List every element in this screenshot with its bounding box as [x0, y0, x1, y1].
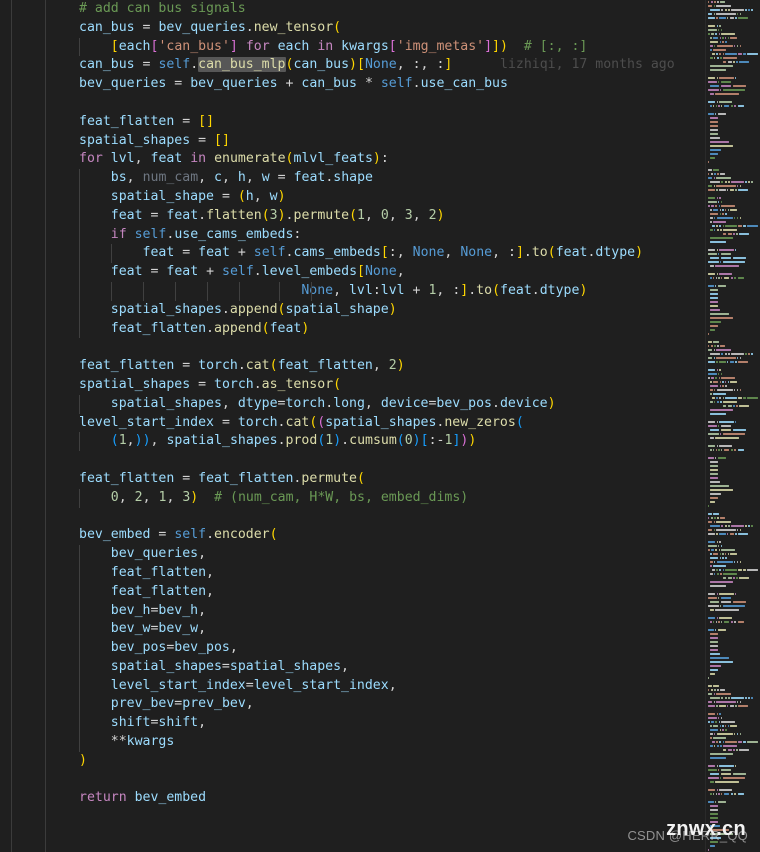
code-line[interactable]: spatial_shapes.append(spatial_shape) — [46, 300, 706, 320]
code-line-blank[interactable] — [46, 338, 706, 357]
code-line[interactable]: bev_queries, — [46, 545, 706, 564]
code-line[interactable]: for lvl, feat in enumerate(mlvl_feats): — [46, 150, 706, 169]
code-line[interactable]: bev_queries = bev_queries + can_bus * se… — [46, 75, 706, 94]
code-line[interactable]: level_start_index = torch.cat((spatial_s… — [46, 414, 706, 433]
code-editor[interactable]: # add can bus signals can_bus = bev_quer… — [0, 0, 760, 852]
code-line-blank[interactable] — [46, 508, 706, 527]
token-comment: # add can bus signals — [79, 1, 246, 16]
code-line-blank[interactable] — [46, 94, 706, 113]
code-line[interactable]: feat = feat.flatten(3).permute(1, 0, 3, … — [46, 206, 706, 226]
code-line[interactable]: bev_w=bev_w, — [46, 620, 706, 640]
code-line[interactable]: return bev_embed — [46, 789, 706, 808]
code-line[interactable]: spatial_shape = (h, w) — [46, 187, 706, 207]
code-line[interactable]: feat_flatten.append(feat) — [46, 319, 706, 339]
code-line[interactable]: bs, num_cam, c, h, w = feat.shape — [46, 169, 706, 188]
code-line[interactable]: bev_pos=bev_pos, — [46, 639, 706, 658]
code-line[interactable]: [each['can_bus'] for each in kwargs['img… — [46, 37, 706, 57]
code-line[interactable]: level_start_index=level_start_index, — [46, 676, 706, 696]
gutter-rail-left — [11, 0, 12, 852]
code-line[interactable]: bev_h=bev_h, — [46, 601, 706, 621]
code-line[interactable]: spatial_shapes=spatial_shapes, — [46, 657, 706, 677]
code-line-blank[interactable] — [46, 451, 706, 470]
code-line-blank[interactable] — [46, 771, 706, 790]
code-line[interactable]: (1,)), spatial_shapes.prod(1).cumsum(0)[… — [46, 432, 706, 452]
code-line[interactable]: spatial_shapes = torch.as_tensor( — [46, 376, 706, 395]
code-content-area[interactable]: # add can bus signals can_bus = bev_quer… — [46, 0, 706, 852]
code-line[interactable]: feat_flatten, — [46, 563, 706, 583]
code-line[interactable]: None, lvl:lvl + 1, :].to(feat.dtype) — [46, 281, 706, 301]
code-line[interactable]: spatial_shapes = [] — [46, 132, 706, 151]
highlighted-word[interactable]: can_bus_mlp — [198, 57, 286, 73]
code-line[interactable]: bev_embed = self.encoder( — [46, 526, 706, 545]
code-line[interactable]: can_bus = bev_queries.new_tensor( — [46, 19, 706, 38]
code-line[interactable]: prev_bev=prev_bev, — [46, 695, 706, 715]
minimap[interactable] — [705, 0, 760, 852]
code-line[interactable]: feat_flatten = feat_flatten.permute( — [46, 470, 706, 489]
code-line[interactable]: can_bus = self.can_bus_mlp(can_bus)[None… — [46, 56, 706, 75]
minimap-row — [706, 848, 760, 852]
code-line[interactable]: feat = feat + self.level_embeds[None, — [46, 263, 706, 282]
code-line[interactable]: feat_flatten, — [46, 582, 706, 602]
code-line[interactable]: **kwargs — [46, 733, 706, 752]
code-line[interactable]: spatial_shapes, dtype=torch.long, device… — [46, 394, 706, 414]
code-line[interactable]: if self.use_cams_embeds: — [46, 225, 706, 245]
code-line[interactable]: feat_flatten = [] — [46, 113, 706, 132]
code-line[interactable]: ) — [46, 752, 706, 771]
code-line[interactable]: 0, 2, 1, 3) # (num_cam, H*W, bs, embed_d… — [46, 488, 706, 508]
code-line[interactable]: feat_flatten = torch.cat(feat_flatten, 2… — [46, 357, 706, 376]
code-line[interactable]: shift=shift, — [46, 714, 706, 734]
code-line[interactable]: feat = feat + self.cams_embeds[:, None, … — [46, 244, 706, 264]
git-blame-annotation[interactable]: lizhiqi, 17 months ago — [500, 57, 675, 72]
code-line[interactable]: # add can bus signals — [46, 0, 706, 19]
